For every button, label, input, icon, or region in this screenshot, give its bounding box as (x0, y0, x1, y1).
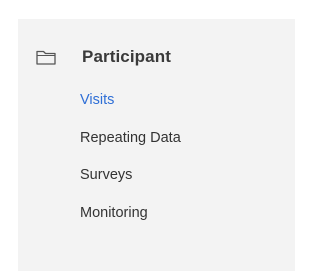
section-participant-header[interactable]: Participant (36, 46, 171, 68)
folder-icon (36, 49, 56, 65)
menu-item-visits[interactable]: Visits (80, 92, 114, 108)
sidebar-panel: Participant Visits Repeating Data Survey… (18, 19, 295, 271)
section-title: Participant (82, 47, 171, 66)
menu-item-monitoring[interactable]: Monitoring (80, 205, 148, 221)
menu-item-repeating-data[interactable]: Repeating Data (80, 130, 181, 146)
menu-item-surveys[interactable]: Surveys (80, 167, 132, 183)
